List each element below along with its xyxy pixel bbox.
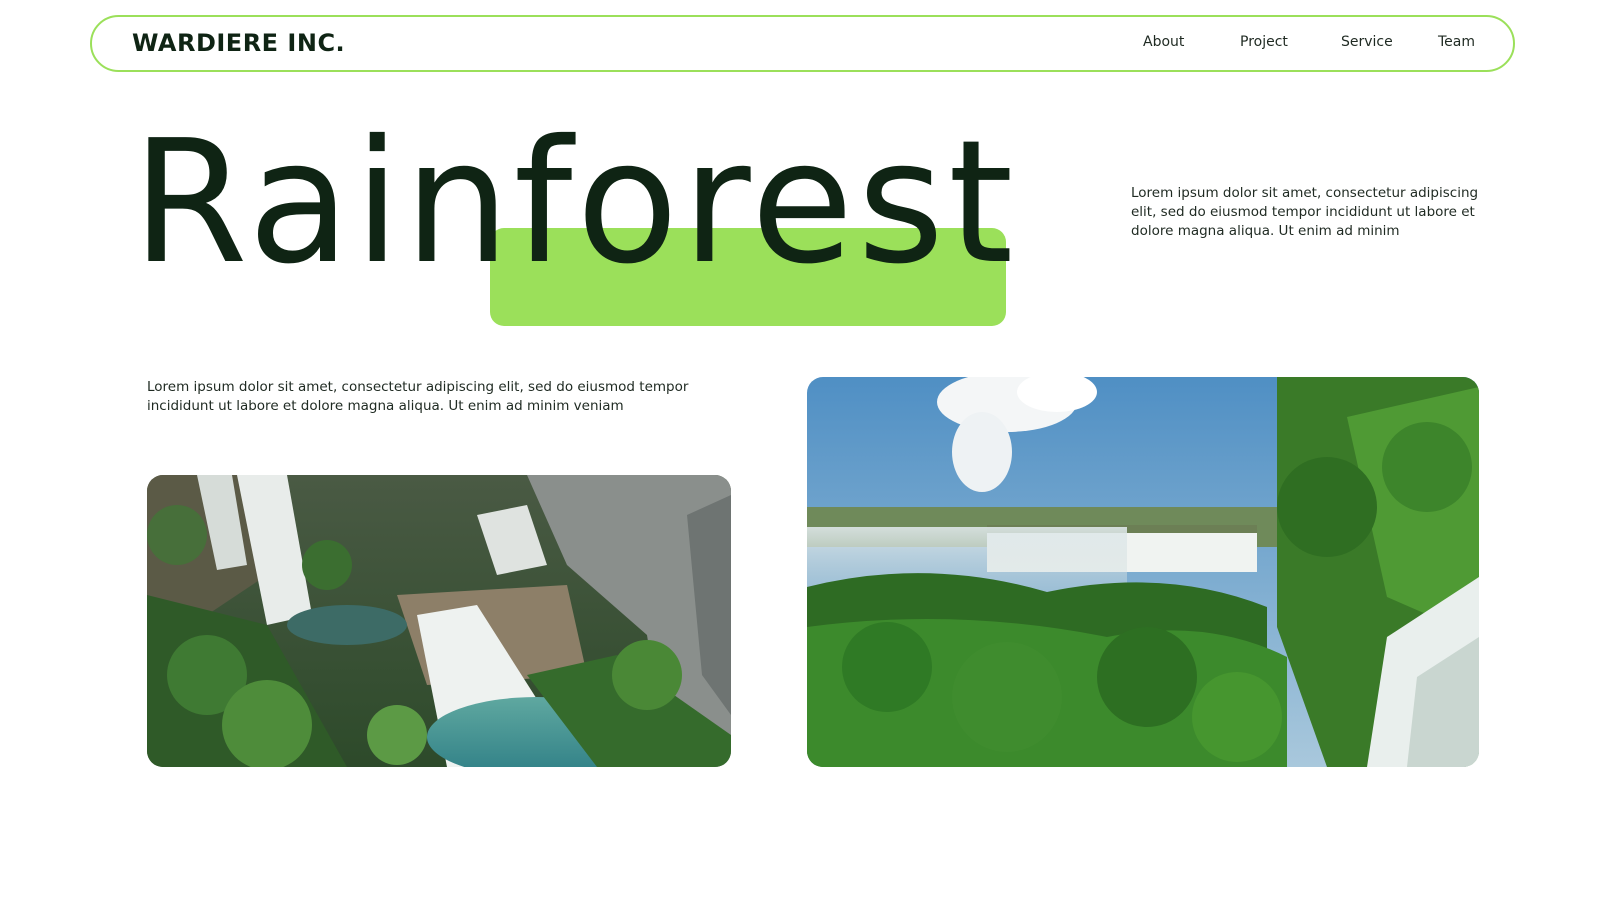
waterfall-valley-image <box>807 377 1479 767</box>
body-paragraph: Lorem ipsum dolor sit amet, consectetur … <box>147 379 689 414</box>
brand-logo[interactable]: WARDIERE INC. <box>132 29 345 57</box>
nav-link-project[interactable]: Project <box>1240 34 1288 50</box>
intro-paragraph: Lorem ipsum dolor sit amet, consectetur … <box>1131 185 1479 239</box>
nav-link-service[interactable]: Service <box>1341 34 1393 50</box>
nav-link-team[interactable]: Team <box>1438 34 1475 50</box>
waterfall-cascade-image <box>147 475 731 767</box>
top-navbar: WARDIERE INC. About Project Service Team <box>90 15 1515 72</box>
hero-title: Rainforest <box>132 104 1018 302</box>
nav-link-about[interactable]: About <box>1143 34 1184 50</box>
